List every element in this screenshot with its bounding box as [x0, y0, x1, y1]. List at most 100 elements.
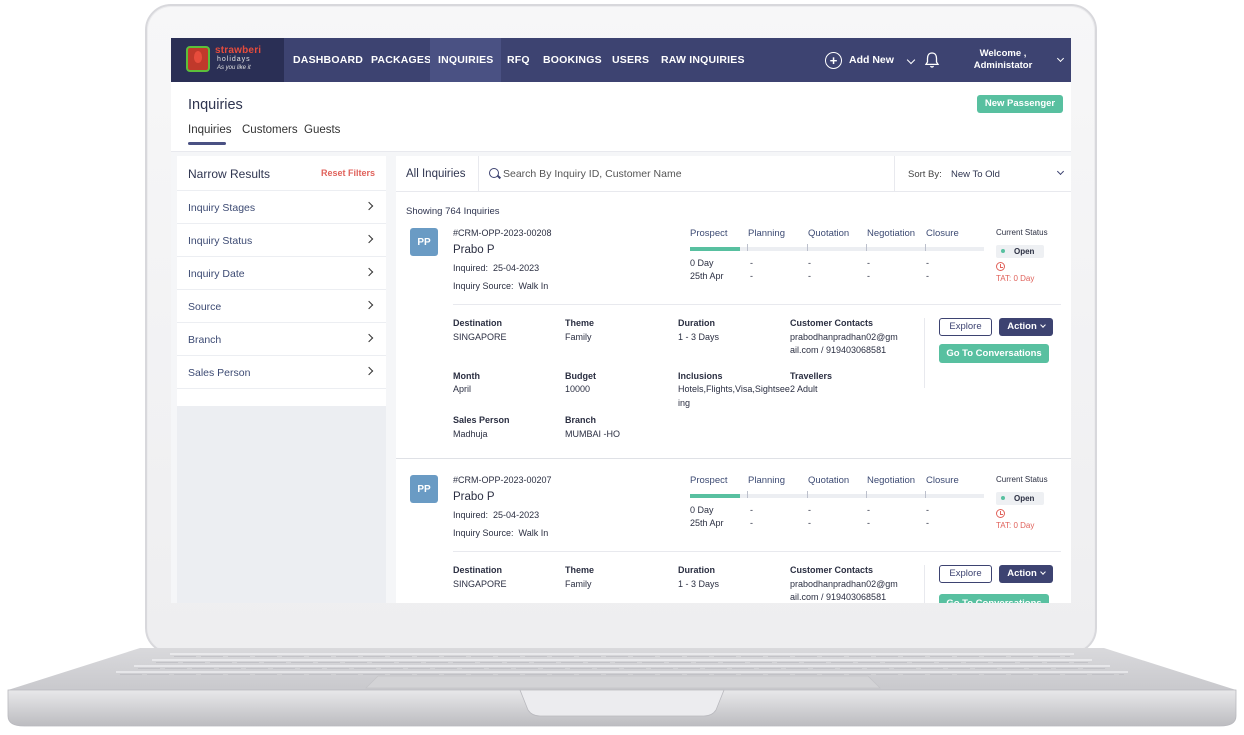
action-dropdown-button[interactable]: Action	[999, 318, 1053, 336]
reset-filters-link[interactable]: Reset Filters	[321, 168, 375, 178]
chevron-right-icon	[364, 300, 374, 310]
duration-label: Duration	[678, 565, 715, 575]
status-badge: Open	[996, 492, 1044, 505]
inclusions-value: Hotels,Flights,Visa,Sightsee	[678, 384, 790, 394]
stage-value: -	[750, 518, 753, 528]
source-label: Inquiry Source:	[453, 281, 514, 291]
bell-icon[interactable]	[924, 51, 940, 69]
sales-person-label: Sales Person	[453, 415, 510, 425]
filter-sales-person[interactable]: Sales Person	[177, 356, 386, 389]
destination-label: Destination	[453, 565, 503, 575]
inclusions-value: ing	[678, 398, 691, 408]
inquiry-card: PP #CRM-OPP-2023-00207 Prabo P Inquired:…	[396, 475, 1071, 603]
nav-bookings[interactable]: BOOKINGS	[543, 38, 602, 82]
travellers-label: Travellers	[790, 371, 833, 381]
search-input[interactable]	[503, 165, 883, 183]
branch-value: MUMBAI -HO	[565, 429, 620, 439]
source-label: Inquiry Source:	[453, 528, 514, 538]
divider	[894, 156, 895, 192]
tab-customers[interactable]: Customers	[242, 124, 298, 136]
narrow-results-title: Narrow Results	[188, 167, 271, 181]
filter-source[interactable]: Source	[177, 290, 386, 323]
inquired-label: Inquired:	[453, 510, 489, 520]
tab-inquiries[interactable]: Inquiries	[188, 124, 231, 136]
stage-closure: Closure	[926, 475, 959, 486]
clock-icon	[996, 509, 1005, 518]
action-dropdown-button[interactable]: Action	[999, 565, 1053, 583]
nav-dashboard[interactable]: DASHBOARD	[293, 38, 363, 82]
go-to-conversations-button[interactable]: Go To Conversations	[939, 344, 1049, 363]
stage-quotation: Quotation	[808, 228, 850, 239]
brand-logo[interactable]: strawberi holidays As you like it	[171, 38, 284, 82]
search-bar: All Inquiries Sort By: New To Old	[396, 156, 1071, 192]
nav-raw-inquiries[interactable]: RAW INQUIRIES	[661, 38, 745, 82]
destination-value: SINGAPORE	[453, 579, 507, 589]
user-name: Administator	[973, 60, 1033, 71]
stage-value: -	[808, 271, 811, 281]
filter-inquiry-stages[interactable]: Inquiry Stages	[177, 191, 386, 224]
nav-inquiries[interactable]: INQUIRIES	[430, 38, 502, 82]
filter-inquiry-date[interactable]: Inquiry Date	[177, 257, 386, 290]
contacts-value: ail.com / 919403068581	[790, 592, 887, 602]
tat-value: TAT: 0 Day	[996, 274, 1035, 283]
filter-label: Sales Person	[188, 367, 251, 379]
go-to-conversations-button[interactable]: Go To Conversations	[939, 594, 1049, 603]
explore-button[interactable]: Explore	[939, 565, 992, 583]
customer-name[interactable]: Prabo P	[453, 491, 495, 503]
new-passenger-button[interactable]: New Passenger	[977, 95, 1063, 113]
chevron-down-icon	[906, 55, 916, 65]
stage-date: 25th Apr	[690, 271, 724, 281]
nav-packages[interactable]: PACKAGES	[371, 38, 431, 82]
laptop-base	[7, 648, 1237, 727]
sort-by-label: Sort By:	[908, 169, 942, 180]
contacts-value: ail.com / 919403068581	[790, 345, 887, 355]
clock-icon	[996, 262, 1005, 271]
add-new-button[interactable]: + Add New	[825, 51, 916, 69]
theme-label: Theme	[565, 318, 595, 328]
user-menu[interactable]: Welcome , Administator	[958, 48, 1048, 72]
chevron-right-icon	[364, 234, 374, 244]
destination-label: Destination	[453, 318, 503, 328]
inquiry-id[interactable]: #CRM-OPP-2023-00208	[453, 228, 552, 238]
status-dot-icon	[1001, 496, 1005, 501]
tat-value: TAT: 0 Day	[996, 521, 1035, 530]
avatar: PP	[410, 475, 438, 503]
contacts-label: Customer Contacts	[790, 565, 874, 575]
filter-label: Inquiry Date	[188, 268, 245, 280]
customer-name[interactable]: Prabo P	[453, 244, 495, 256]
duration-value: 1 - 3 Days	[678, 579, 720, 589]
stage-date: 25th Apr	[690, 518, 724, 528]
divider	[924, 565, 925, 603]
sort-by-select[interactable]: New To Old	[951, 169, 1000, 180]
divider	[453, 304, 1061, 305]
stage-value: -	[926, 518, 929, 528]
inquiry-source-row: Inquiry Source: Walk In	[453, 281, 548, 291]
page-title: Inquiries	[188, 97, 243, 113]
explore-button[interactable]: Explore	[939, 318, 992, 336]
stage-tick	[807, 244, 808, 251]
stage-planning: Planning	[748, 475, 785, 486]
filter-label: Inquiry Status	[188, 235, 253, 247]
sales-person-value: Madhuja	[453, 429, 488, 439]
budget-value: 10000	[565, 384, 591, 394]
filter-inquiry-status[interactable]: Inquiry Status	[177, 224, 386, 257]
all-inquiries-tab[interactable]: All Inquiries	[406, 168, 465, 180]
chevron-right-icon	[364, 201, 374, 211]
chevron-down-icon[interactable]	[1056, 167, 1065, 176]
filter-branch[interactable]: Branch	[177, 323, 386, 356]
chevron-right-icon	[364, 333, 374, 343]
chevron-down-icon	[1039, 569, 1046, 575]
inquiry-card: PP #CRM-OPP-2023-00208 Prabo P Inquired:…	[396, 228, 1071, 474]
chevron-right-icon	[364, 366, 374, 376]
inquiry-id[interactable]: #CRM-OPP-2023-00207	[453, 475, 552, 485]
stage-prospect: Prospect	[690, 475, 728, 486]
inquired-date: 25-04-2023	[493, 510, 540, 520]
card-divider	[396, 458, 1071, 459]
nav-users[interactable]: USERS	[612, 38, 649, 82]
user-menu-chevron-icon[interactable]	[1056, 54, 1065, 63]
nav-rfq[interactable]: RFQ	[507, 38, 530, 82]
stage-quotation: Quotation	[808, 475, 850, 486]
tab-guests[interactable]: Guests	[304, 124, 340, 136]
filters-header: Narrow Results Reset Filters	[177, 156, 386, 191]
theme-value: Family	[565, 332, 592, 342]
